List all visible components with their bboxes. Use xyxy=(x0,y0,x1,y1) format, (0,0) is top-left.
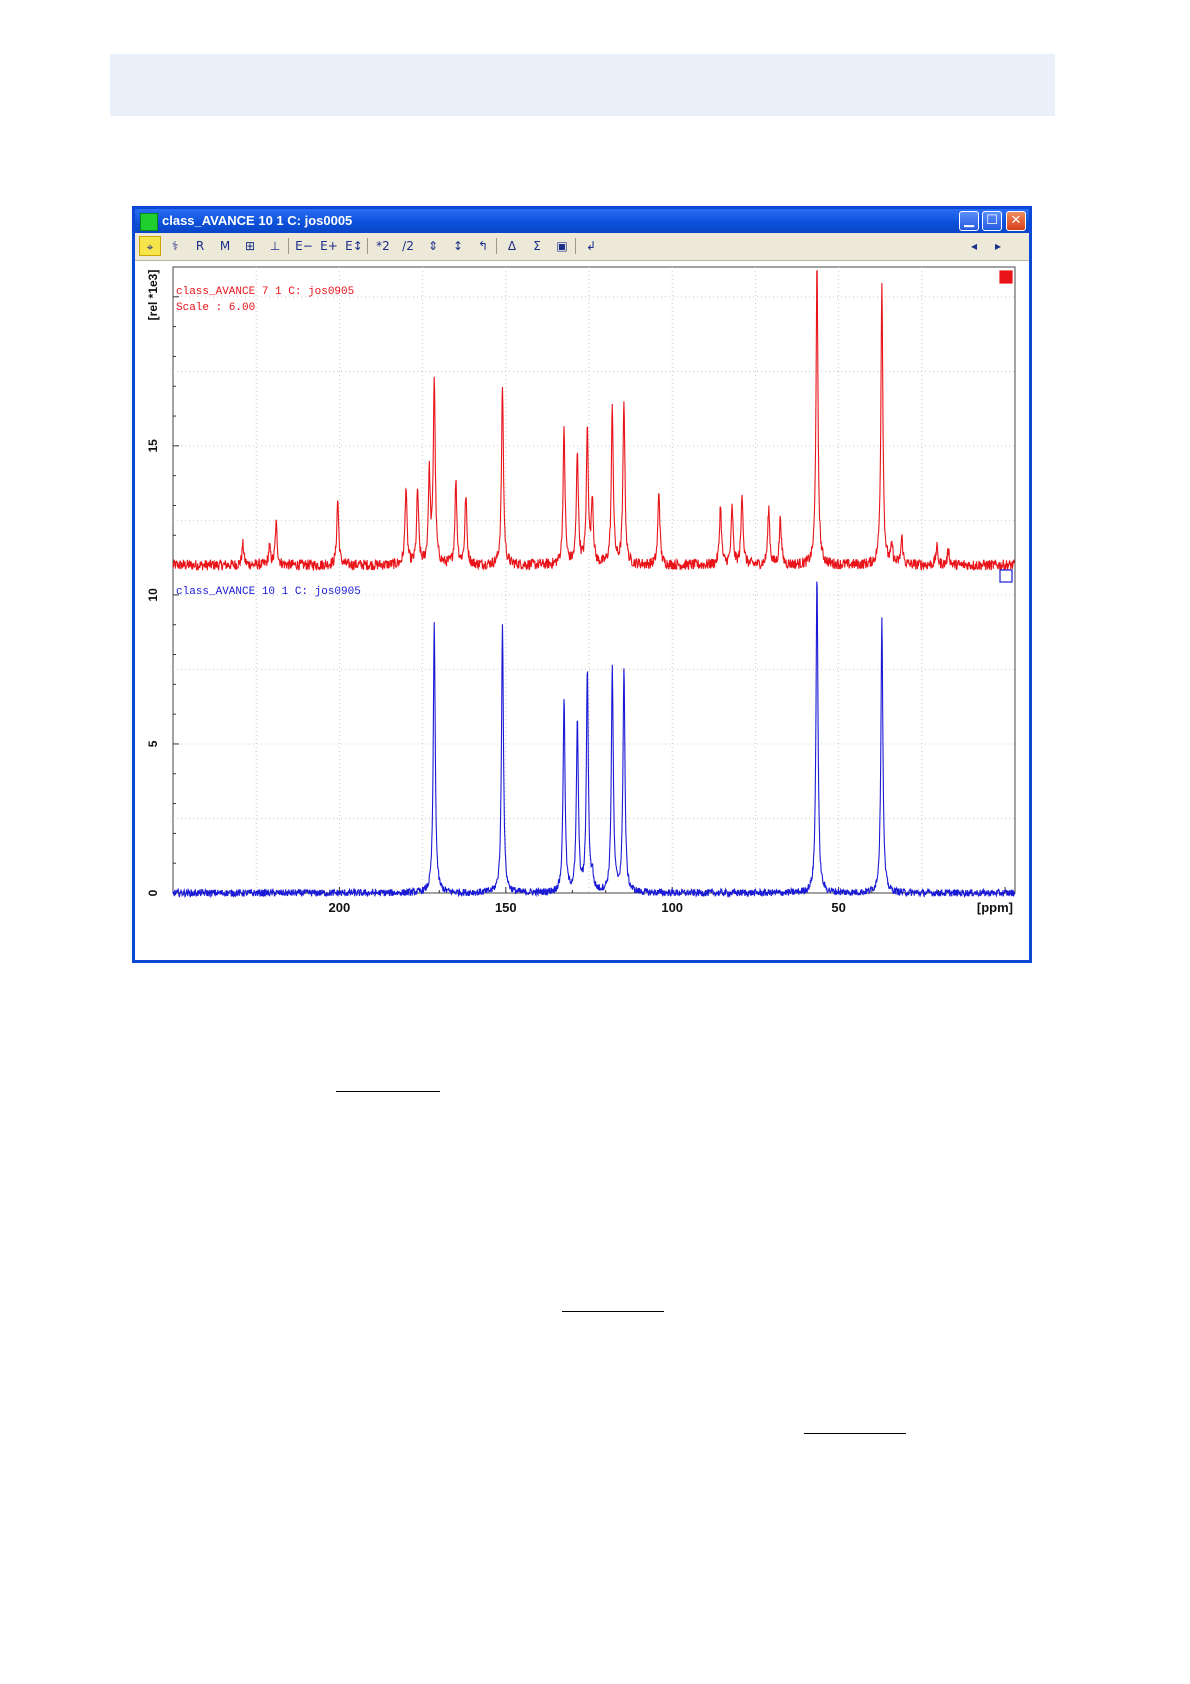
underline-1 xyxy=(336,1091,440,1092)
y-tick-label: 15 xyxy=(146,439,160,453)
zoom-out-e-button[interactable]: E− xyxy=(293,236,315,256)
y-tick-label: 0 xyxy=(146,889,160,896)
underline-2 xyxy=(562,1311,664,1312)
plot-frame xyxy=(172,266,1016,894)
spectrum-toolbar: ⌖ ⚕ R M ⊞ ⊥ E− E+ E↕ *2/2 ⇕ ↕ ↰ Δ Σ ▣ ↲ ◂ ▸ xyxy=(135,233,1029,261)
toolbar-separator xyxy=(575,238,576,254)
peak-tool-button[interactable]: ⊥ xyxy=(264,236,286,256)
maximize-button[interactable]: ☐ xyxy=(982,211,1002,231)
toolbar-separator xyxy=(288,238,289,254)
zoom-in-e-button[interactable]: E+ xyxy=(318,236,340,256)
spectrum-label-2: class_AVANCE 10 1 C: jos0905 xyxy=(176,586,361,598)
spectrum-window: class_AVANCE 10 1 C: jos0005 ▁ ☐ ✕ ⌖ ⚕ R M ⊞… xyxy=(132,206,1032,963)
x-tick-label: 150 xyxy=(495,900,517,915)
toolbar-separator xyxy=(367,238,368,254)
y-tick-label: 10 xyxy=(146,588,160,602)
zoom-e-button[interactable]: E↕ xyxy=(343,236,365,256)
spectrum-label-1: class_AVANCE 7 1 C: jos0905 xyxy=(176,286,354,298)
delta-button[interactable]: Δ xyxy=(501,236,523,256)
app-icon xyxy=(140,213,158,231)
spectrum-label-1: Scale : 6.00 xyxy=(176,302,255,314)
toolbar-separator xyxy=(496,238,497,254)
window-title: class_AVANCE 10 1 C: jos0005 xyxy=(162,213,353,228)
save-button[interactable]: ▣ xyxy=(551,236,573,256)
close-button[interactable]: ✕ xyxy=(1006,211,1026,231)
shift-down-button[interactable]: ↕ xyxy=(447,236,469,256)
phase-tool-button[interactable]: ⚕ xyxy=(164,236,186,256)
shift-both-button[interactable]: ⇕ xyxy=(422,236,444,256)
return-button[interactable]: ↲ xyxy=(580,236,602,256)
window-titlebar[interactable]: class_AVANCE 10 1 C: jos0005 ▁ ☐ ✕ xyxy=(135,209,1029,233)
scroll-right-button[interactable]: ▸ xyxy=(987,236,1009,256)
x-tick-label: 50 xyxy=(831,900,845,915)
integrate-tool-button[interactable]: M xyxy=(214,236,236,256)
y-axis-label: [rel *1e3] xyxy=(146,270,160,321)
y-tick-label: 5 xyxy=(146,740,160,747)
scale-up-button[interactable]: *2 xyxy=(372,236,394,256)
x-tick-label: 100 xyxy=(661,900,683,915)
page-header-band xyxy=(110,54,1055,116)
scroll-left-button[interactable]: ◂ xyxy=(963,236,985,256)
sum-button[interactable]: Σ xyxy=(526,236,548,256)
plot-area[interactable]: 200 150 100 50 [ppm] 0 5 10 15 [rel *1e3] class_AV… xyxy=(135,261,1029,960)
x-axis-label: [ppm] xyxy=(977,900,1013,915)
baseline-tool-button[interactable]: ⊞ xyxy=(239,236,261,256)
underline-3 xyxy=(804,1433,906,1434)
minimize-button[interactable]: ▁ xyxy=(959,211,979,231)
nmr-spectrum-chart[interactable]: 200 150 100 50 [ppm] 0 5 10 15 [rel *1e3] class_AV… xyxy=(135,261,1029,960)
shift-up-button[interactable]: ↰ xyxy=(472,236,494,256)
spectrum-select-marker-1[interactable] xyxy=(999,270,1013,284)
reset-tool-button[interactable]: R xyxy=(189,236,211,256)
spectrum-select-marker-2[interactable] xyxy=(999,569,1013,583)
scale-down-button[interactable]: /2 xyxy=(397,236,419,256)
crosshair-tool-button[interactable]: ⌖ xyxy=(139,236,161,256)
x-tick-label: 200 xyxy=(329,900,351,915)
